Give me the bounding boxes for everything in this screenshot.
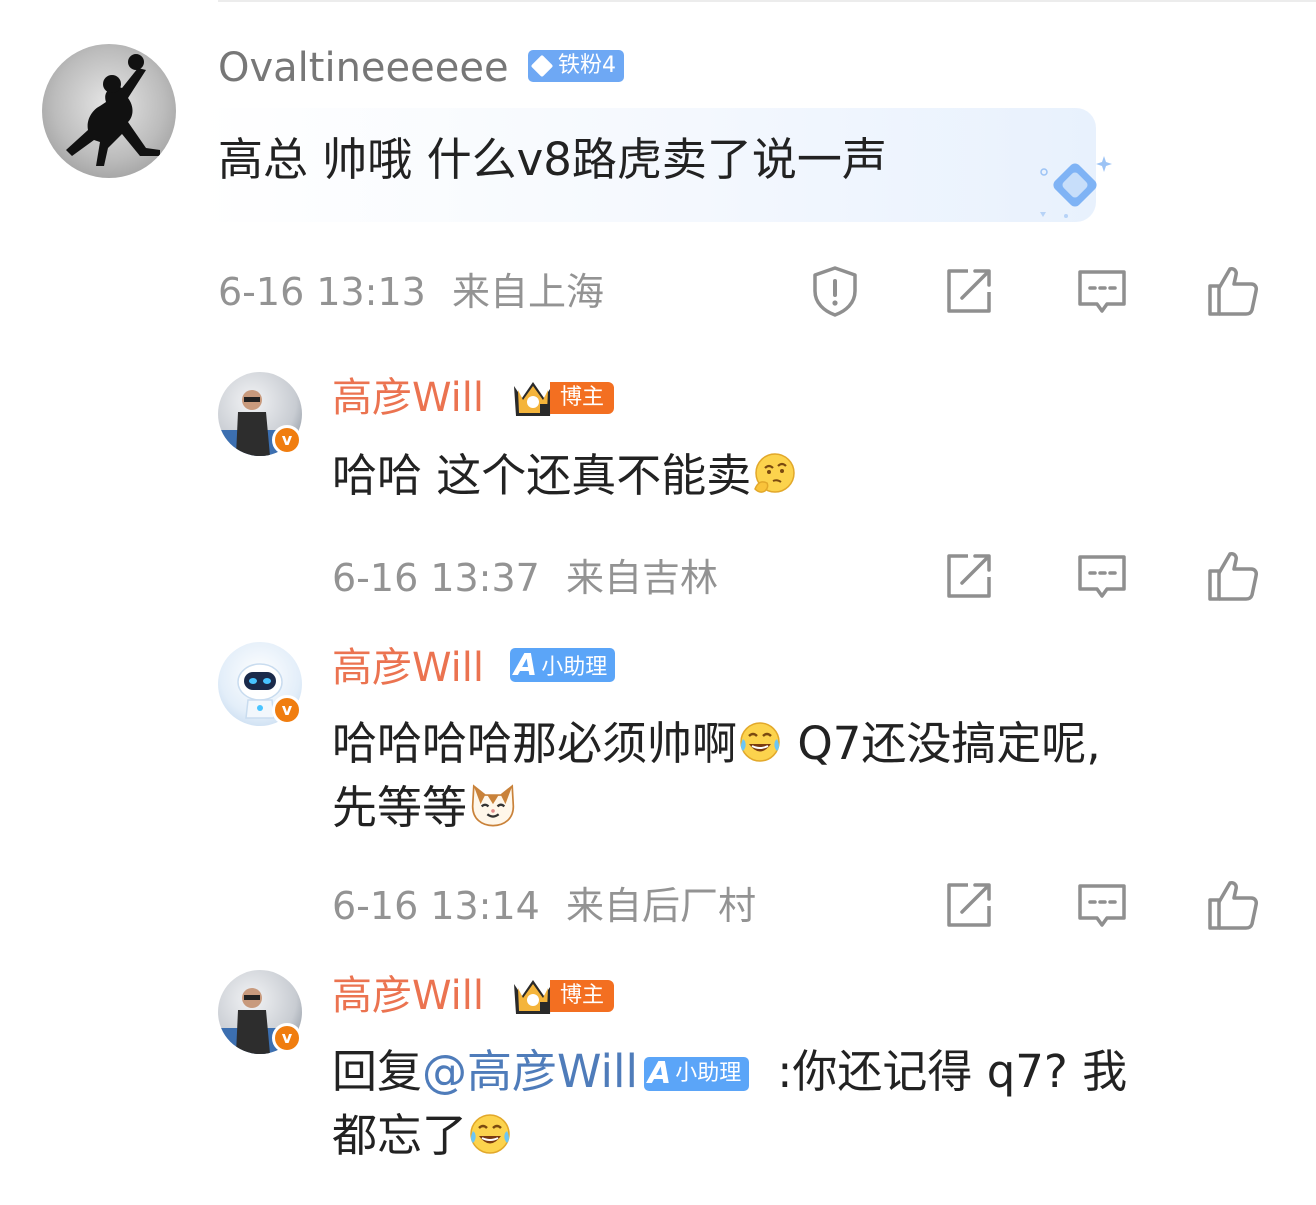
reply-meta: 6-16 13:14 来自后厂村 <box>332 884 756 928</box>
verified-badge-icon: v <box>272 695 302 725</box>
top-divider <box>218 0 1316 2</box>
comment-time: 6-16 13:13 <box>218 270 426 314</box>
repost-icon <box>947 269 991 313</box>
reply-location: 来自吉林 <box>565 556 718 600</box>
assistant-badge[interactable]: A 小助理 <box>644 1056 750 1091</box>
diamond-decoration-icon <box>1040 156 1112 218</box>
like-button[interactable] <box>1206 878 1260 932</box>
thinking-emoji <box>754 453 796 493</box>
reply-location: 来自后厂村 <box>565 884 756 928</box>
reply-text: 回复@高彦Will A 小助理:你还记得 q7? 我 都忘了 <box>332 1040 1292 1168</box>
like-button[interactable] <box>1206 549 1260 603</box>
verified-badge-icon: v <box>272 425 302 455</box>
comment-text: 高总 帅哦 什么v8路虎卖了说一声 <box>218 133 887 186</box>
like-icon <box>1208 881 1258 930</box>
assistant-badge[interactable]: A 小助理 <box>510 647 616 683</box>
comment-location: 来自上海 <box>451 270 604 314</box>
reply-text-body: 哈哈 这个还真不能卖 <box>332 449 752 502</box>
assistant-badge-label: 小助理 <box>541 655 608 680</box>
repost-icon <box>947 554 991 598</box>
laugh-cry-emoji <box>740 722 780 762</box>
blogger-badge[interactable]: 博主 <box>510 376 615 420</box>
blogger-badge-label: 博主 <box>550 980 615 1012</box>
avatar[interactable] <box>42 44 176 178</box>
fan-badge[interactable]: 铁粉4 <box>528 50 624 82</box>
comment-icon <box>1078 555 1126 598</box>
repost-icon <box>947 883 991 927</box>
repost-button[interactable] <box>942 549 996 603</box>
reply-username[interactable]: 高彦Will <box>332 644 484 692</box>
comment-username[interactable]: Ovaltineeeeee <box>218 44 509 92</box>
ai-logo-icon: A <box>514 647 537 683</box>
mention-link[interactable]: @高彦Will <box>422 1045 638 1098</box>
reply-username[interactable]: 高彦Will <box>332 374 484 422</box>
verified-badge-icon: v <box>272 1023 302 1053</box>
comment-icon <box>1078 270 1126 313</box>
reply-text-line1: 哈哈哈哈那必须帅啊 <box>332 717 738 770</box>
repost-button[interactable] <box>942 878 996 932</box>
reply-username[interactable]: 高彦Will <box>332 972 484 1020</box>
cat-emoji <box>471 784 515 827</box>
assistant-badge-label: 小助理 <box>675 1061 742 1086</box>
jumpman-logo <box>66 54 160 166</box>
comment-button[interactable] <box>1075 878 1129 932</box>
diamond-icon <box>530 54 554 78</box>
reply-text: 哈哈哈哈那必须帅啊 Q7还没搞定呢, 先等等 <box>332 712 1292 840</box>
comment-icon <box>1078 884 1126 927</box>
laugh-cry-emoji <box>470 1114 510 1154</box>
shield-report-icon <box>813 266 857 317</box>
comment-button[interactable] <box>1075 549 1129 603</box>
fan-badge-label: 铁粉4 <box>558 53 616 78</box>
reply-text-line2: 都忘了 <box>332 1109 468 1162</box>
like-icon <box>1208 552 1258 601</box>
comment-meta: 6-16 13:13 来自上海 <box>218 270 604 314</box>
like-button[interactable] <box>1206 264 1260 318</box>
repost-button[interactable] <box>942 264 996 318</box>
comment-button[interactable] <box>1075 264 1129 318</box>
reply-time: 6-16 13:14 <box>332 884 540 928</box>
reply-time: 6-16 13:37 <box>332 556 540 600</box>
blogger-badge-label: 博主 <box>550 382 615 414</box>
ai-logo-icon: A <box>648 1056 671 1091</box>
reply-text-line1-after: Q7还没搞定呢, <box>783 717 1101 770</box>
like-icon <box>1208 267 1258 316</box>
reply-text-line1: :你还记得 q7? 我 <box>777 1045 1128 1098</box>
blogger-badge[interactable]: 博主 <box>510 974 615 1018</box>
reply-meta: 6-16 13:37 来自吉林 <box>332 556 718 600</box>
report-button[interactable] <box>808 264 862 318</box>
reply-text: 哈哈 这个还真不能卖 <box>332 444 797 508</box>
reply-prefix: 回复 <box>332 1045 423 1098</box>
reply-text-line2: 先等等 <box>332 781 468 834</box>
